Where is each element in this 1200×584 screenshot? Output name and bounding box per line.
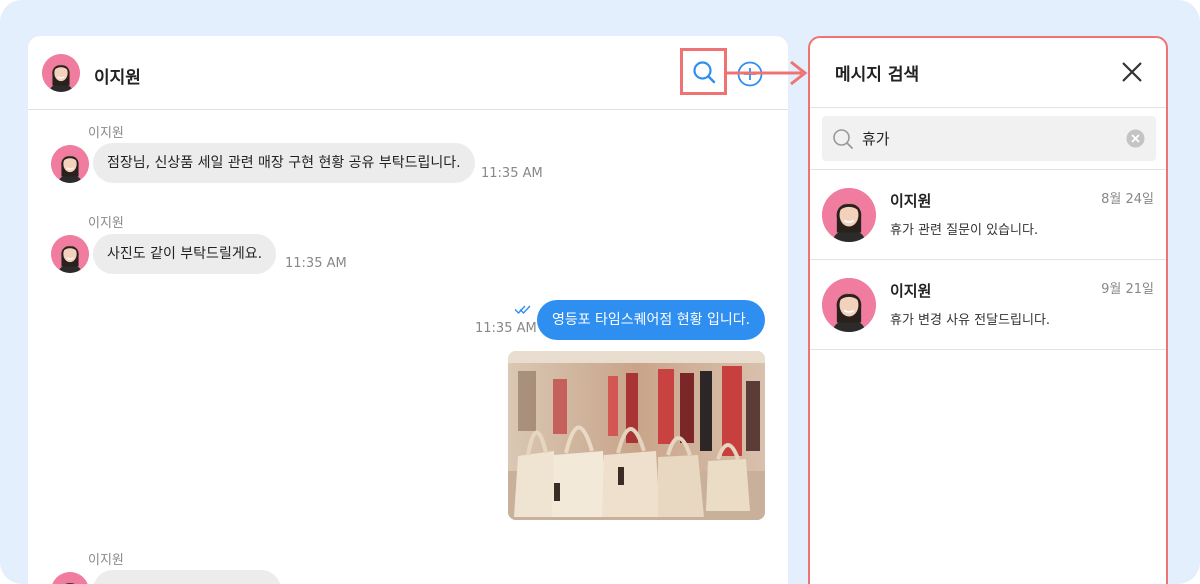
contact-avatar[interactable] [42, 54, 80, 92]
message-sender-name: 이지원 [88, 126, 124, 141]
message-time: 11:35 AM [475, 321, 537, 336]
result-date: 9월 21일 [1101, 282, 1154, 297]
chat-panel: 이지원 이지원 점장님, 신상품 세일 관련 매장 구현 현황 공유 부탁드립니… [28, 36, 788, 584]
sender-avatar[interactable] [51, 235, 89, 273]
result-avatar [822, 278, 876, 332]
clear-icon[interactable] [1126, 129, 1145, 148]
search-panel-header: 메시지 검색 [810, 38, 1166, 108]
message-search-button[interactable] [680, 48, 727, 95]
arrow-right-icon [727, 60, 808, 86]
contact-name: 이지원 [94, 68, 141, 88]
search-icon [833, 129, 853, 149]
result-sender-name: 이지원 [890, 192, 932, 210]
outgoing-message-bubble[interactable]: 영등포 타임스퀘어점 현황 입니다. [537, 300, 765, 340]
message-sender-name: 이지원 [88, 216, 124, 231]
message-search-panel: 메시지 검색 휴가 이지원 8월 24일 휴가 관련 질문이 있습니다. 이지원… [808, 36, 1168, 584]
search-box[interactable] [822, 116, 1156, 161]
result-snippet: 휴가 관련 질문이 있습니다. [890, 223, 1039, 238]
shared-store-photo[interactable] [508, 351, 765, 520]
sender-avatar[interactable] [51, 572, 89, 584]
search-input[interactable] [862, 116, 1112, 161]
result-snippet: 휴가 변경 사유 전달드립니다. [890, 313, 1051, 328]
incoming-message-bubble[interactable] [93, 570, 281, 584]
search-bar-area [810, 108, 1166, 170]
close-icon[interactable] [1120, 60, 1144, 84]
incoming-message-bubble[interactable]: 사진도 같이 부탁드릴게요. [93, 234, 277, 274]
search-panel-title: 메시지 검색 [835, 65, 920, 85]
search-icon [693, 61, 716, 84]
search-result-item[interactable]: 이지원 8월 24일 휴가 관련 질문이 있습니다. [810, 170, 1166, 260]
message-time: 11:35 AM [285, 256, 347, 271]
incoming-message-bubble[interactable]: 점장님, 신상품 세일 관련 매장 구현 현황 공유 부탁드립니다. [93, 143, 475, 183]
message-time: 11:35 AM [481, 166, 543, 181]
chat-header: 이지원 [28, 36, 788, 110]
result-avatar [822, 188, 876, 242]
result-date: 8월 24일 [1101, 192, 1154, 207]
app-frame: 이지원 이지원 점장님, 신상품 세일 관련 매장 구현 현황 공유 부탁드립니… [0, 0, 1200, 584]
sender-avatar[interactable] [51, 145, 89, 183]
result-sender-name: 이지원 [890, 282, 932, 300]
search-result-item[interactable]: 이지원 9월 21일 휴가 변경 사유 전달드립니다. [810, 260, 1166, 350]
double-check-icon [514, 305, 531, 315]
message-sender-name: 이지원 [88, 553, 124, 568]
